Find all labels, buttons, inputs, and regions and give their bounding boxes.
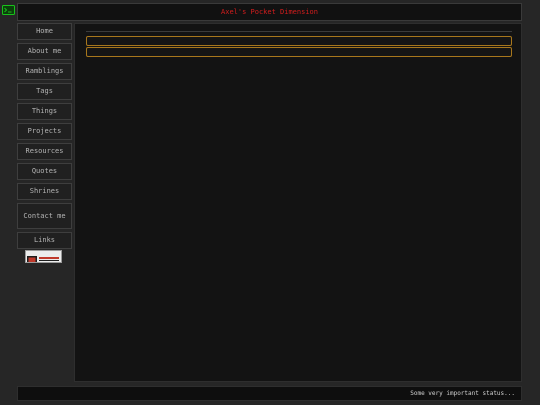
88x31-button-icon[interactable] bbox=[25, 250, 62, 263]
nav-item-ramblings[interactable]: Ramblings bbox=[17, 63, 72, 80]
nav-item-resources[interactable]: Resources bbox=[17, 143, 72, 160]
status-text: Some very important status... bbox=[410, 390, 515, 397]
site-title: Axel's Pocket Dimension bbox=[221, 8, 318, 16]
nav-item-things[interactable]: Things bbox=[17, 103, 72, 120]
nav-item-home[interactable]: Home bbox=[17, 23, 72, 40]
nav-item-links[interactable]: Links bbox=[17, 232, 72, 249]
badge-graphic-icon bbox=[26, 255, 61, 262]
nav-item-contact-me[interactable]: Contact me bbox=[17, 203, 72, 229]
nav-item-quotes[interactable]: Quotes bbox=[17, 163, 72, 180]
nav-item-about-me[interactable]: About me bbox=[17, 43, 72, 60]
terminal-logo-icon[interactable] bbox=[2, 5, 15, 15]
content-divider bbox=[86, 31, 512, 32]
nav-item-tags[interactable]: Tags bbox=[17, 83, 72, 100]
nav-item-projects[interactable]: Projects bbox=[17, 123, 72, 140]
content-bar-2 bbox=[86, 47, 512, 57]
status-bar: Some very important status... bbox=[17, 386, 522, 401]
content-bar-1 bbox=[86, 36, 512, 46]
nav-item-shrines[interactable]: Shrines bbox=[17, 183, 72, 200]
main-content bbox=[74, 23, 522, 382]
site-header: Axel's Pocket Dimension bbox=[17, 3, 522, 21]
